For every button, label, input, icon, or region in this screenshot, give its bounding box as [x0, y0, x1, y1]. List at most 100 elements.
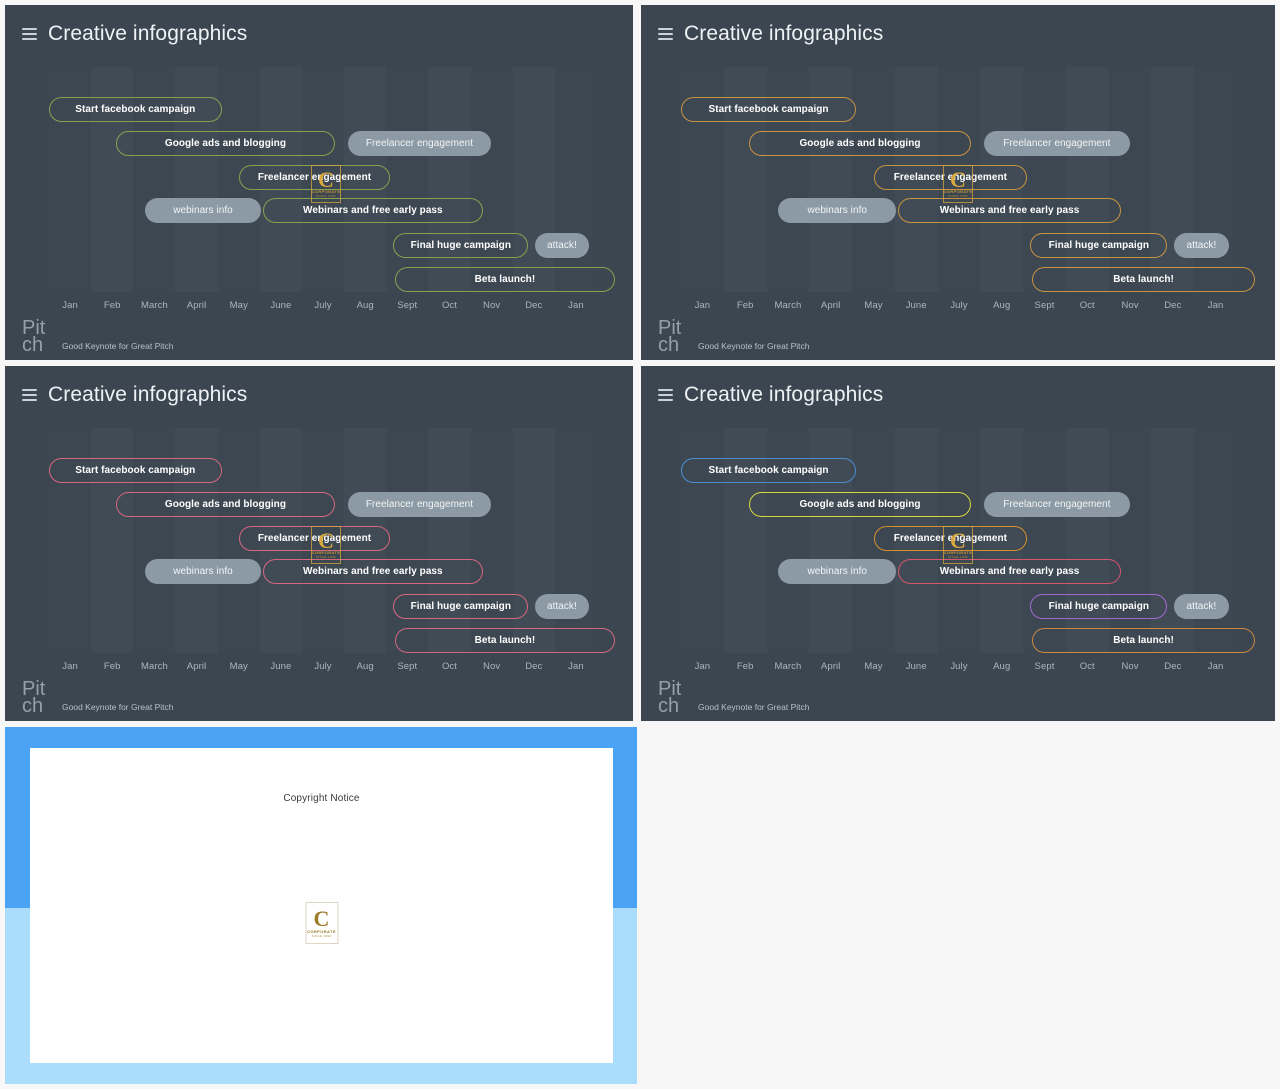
month-tick-label: March [774, 661, 802, 672]
gantt-bar[interactable]: attack! [535, 233, 589, 258]
gantt-bar[interactable]: webinars info [144, 559, 262, 584]
hamburger-icon[interactable] [22, 389, 37, 401]
gantt-bar-label: Freelancer engagement [365, 499, 474, 510]
month-tick-label: Jan [694, 300, 711, 311]
gantt-bar[interactable]: Google ads and blogging [115, 131, 336, 156]
month-tick-label: Jan [568, 300, 584, 311]
logo-letter: C [313, 905, 330, 931]
gantt-bar[interactable]: Freelancer engagement [239, 165, 390, 190]
gantt-bar-label: Freelancer engagement [1003, 499, 1111, 510]
gantt-bar-label: Start facebook campaign [708, 465, 829, 476]
gantt-bar[interactable]: Beta launch! [395, 267, 615, 292]
gantt-bar[interactable]: Webinars and free early pass [262, 198, 483, 223]
gantt-bar-label: Freelancer engagement [893, 172, 1008, 183]
gantt-bar[interactable]: Final huge campaign [1030, 233, 1168, 258]
gantt-bar[interactable]: Beta launch! [395, 628, 615, 653]
hamburger-icon[interactable] [658, 389, 673, 401]
gantt-bar[interactable]: webinars info [778, 198, 897, 223]
month-tick-label: Nov [1121, 661, 1139, 672]
gantt-bar[interactable]: attack! [1174, 233, 1229, 258]
month-axis: Jan Feb March April May June July Aug Sept Oct Nov… [681, 661, 1237, 677]
gantt-bar-label: Webinars and free early pass [939, 205, 1080, 216]
gantt-bar-label: Google ads and blogging [799, 499, 921, 510]
month-tick-label: Jan [62, 300, 78, 311]
month-tick-label: Feb [103, 300, 121, 311]
slide-footer: Pitch Good Keynote for Great Pitch [658, 678, 810, 717]
slide-panel-slide-multicolor[interactable]: Creative infographics Start facebook camp… [641, 366, 1275, 721]
slide-title: Creative infographics [684, 383, 884, 406]
month-tick-label: June [905, 661, 927, 672]
gantt-bar[interactable]: Webinars and free early pass [897, 559, 1122, 584]
month-tick-label: Aug [356, 300, 374, 311]
gantt-bar-label: attack! [1186, 240, 1217, 251]
gantt-bar[interactable]: Start facebook campaign [681, 97, 857, 122]
gantt-bar-label: webinars info [173, 205, 233, 216]
gantt-bar-label: Google ads and blogging [164, 138, 287, 149]
gantt-bar[interactable]: webinars info [778, 559, 897, 584]
screenshot-root: Creative infographics Start facebook camp… [0, 0, 1280, 1089]
gantt-bar[interactable]: Freelancer engagement [239, 526, 390, 551]
slide-header: Creative infographics [641, 366, 883, 424]
gantt-bar[interactable]: Webinars and free early pass [897, 198, 1122, 223]
slide-footer: Pitch Good Keynote for Great Pitch [22, 679, 174, 716]
gantt-bar[interactable]: webinars info [144, 198, 262, 223]
gantt-bar[interactable]: Freelancer engagement [347, 131, 492, 156]
month-tick-label: May [229, 300, 248, 311]
gantt-bar[interactable]: Webinars and free early pass [262, 559, 483, 584]
footer-tagline: Good Keynote for Great Pitch [62, 702, 174, 712]
month-tick-label: Sept [397, 661, 418, 672]
gantt-bar-label: Freelancer engagement [257, 172, 372, 183]
month-axis: Jan Feb March April May June July Aug Sept Oct Nov… [49, 300, 597, 316]
month-tick-label: May [229, 661, 248, 672]
slide-panel-slide-pink[interactable]: Creative infographics Start facebook camp… [5, 366, 633, 721]
gantt-bar[interactable]: Beta launch! [1032, 267, 1255, 292]
footer-brand: Pitch [658, 317, 682, 356]
gantt-bars: Start facebook campaign Google ads and bl… [49, 428, 615, 653]
month-tick-label: Aug [356, 661, 374, 672]
slide-panel-slide-green[interactable]: Creative infographics Start facebook camp… [5, 5, 633, 360]
gantt-bar-label: attack! [547, 601, 577, 612]
gantt-bar[interactable]: Start facebook campaign [49, 458, 222, 483]
gantt-bar-label: Start facebook campaign [75, 465, 196, 476]
month-tick-label: Dec [525, 300, 543, 311]
month-tick-label: Jan [1207, 300, 1224, 311]
gantt-bar-label: Freelancer engagement [893, 533, 1008, 544]
month-tick-label: June [270, 661, 292, 672]
gantt-bar[interactable]: Freelancer engagement [984, 131, 1130, 156]
gantt-bar[interactable]: Start facebook campaign [49, 97, 222, 122]
gantt-bar[interactable]: Freelancer engagement [347, 492, 492, 517]
gantt-bar-label: Final huge campaign [1048, 601, 1150, 612]
month-tick-label: Feb [103, 661, 121, 672]
month-tick-label: May [864, 661, 883, 672]
corporate-logo: C CORPORATE SINCE 1996 [305, 902, 338, 944]
footer-brand: Pitch [658, 678, 682, 717]
gantt-bar-label: Start facebook campaign [708, 104, 829, 115]
gantt-bar[interactable]: Google ads and blogging [115, 492, 336, 517]
slide-footer: Pitch Good Keynote for Great Pitch [22, 318, 174, 355]
gantt-bar[interactable]: Start facebook campaign [681, 458, 857, 483]
gantt-bars: Start facebook campaign Google ads and bl… [681, 428, 1255, 653]
gantt-bar[interactable]: Google ads and blogging [748, 131, 972, 156]
month-tick-label: Jan [62, 661, 78, 672]
gantt-bar[interactable]: Final huge campaign [393, 233, 529, 258]
gantt-bar[interactable]: Freelancer engagement [873, 165, 1027, 190]
copyright-title: Copyright Notice [283, 793, 360, 804]
copyright-slide-panel[interactable]: Copyright Notice C CORPORATE SINCE 1996 [5, 727, 637, 1084]
gantt-bar[interactable]: Final huge campaign [393, 594, 529, 619]
gantt-bar[interactable]: Freelancer engagement [873, 526, 1027, 551]
month-tick-label: Sept [1034, 661, 1055, 672]
gantt-bar[interactable]: attack! [1174, 594, 1229, 619]
slide-panel-slide-orange[interactable]: Creative infographics Start facebook camp… [641, 5, 1275, 360]
gantt-bar[interactable]: Google ads and blogging [748, 492, 972, 517]
gantt-bar[interactable]: Freelancer engagement [984, 492, 1130, 517]
month-tick-label: May [864, 300, 883, 311]
month-tick-label: April [186, 661, 207, 672]
month-tick-label: April [186, 300, 207, 311]
hamburger-icon[interactable] [22, 28, 37, 40]
month-tick-label: Oct [441, 661, 458, 672]
month-tick-label: Aug [993, 300, 1011, 311]
gantt-bar[interactable]: attack! [535, 594, 589, 619]
gantt-bar[interactable]: Final huge campaign [1030, 594, 1168, 619]
hamburger-icon[interactable] [658, 28, 673, 40]
gantt-bar[interactable]: Beta launch! [1032, 628, 1255, 653]
